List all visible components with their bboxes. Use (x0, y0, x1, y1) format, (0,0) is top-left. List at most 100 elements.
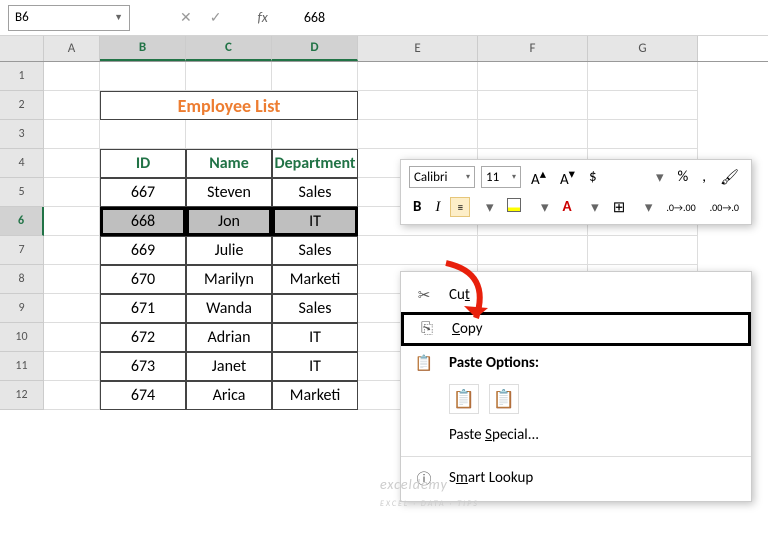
font-name-select[interactable]: Calibri▾ (409, 166, 475, 188)
col-header-c[interactable]: C (186, 36, 272, 61)
align-center-icon[interactable]: ≡ (450, 197, 470, 217)
cell-dept[interactable]: IT (272, 323, 358, 352)
cell-name[interactable]: Adrian (186, 323, 272, 352)
cell[interactable] (588, 91, 698, 120)
fill-color-icon[interactable] (503, 198, 525, 217)
cell[interactable] (44, 178, 100, 207)
cell[interactable] (478, 62, 588, 91)
cell[interactable] (478, 120, 588, 149)
format-painter-icon[interactable]: 🖌 (716, 168, 743, 187)
cell-dept[interactable]: Sales (272, 294, 358, 323)
context-menu-copy[interactable]: ⎘ Copy (401, 312, 751, 346)
cell[interactable] (100, 62, 186, 91)
cell-id-selected[interactable]: 668 (100, 207, 186, 236)
cell[interactable] (44, 120, 100, 149)
cell-name[interactable]: Steven (186, 178, 272, 207)
row-header[interactable]: 12 (0, 381, 44, 410)
cell[interactable] (478, 91, 588, 120)
chevron-down-icon[interactable]: ▾ (482, 198, 498, 217)
row-header[interactable]: 11 (0, 352, 44, 381)
col-header-g[interactable]: G (588, 36, 698, 61)
font-color-icon[interactable]: A (559, 198, 576, 216)
table-title[interactable]: Employee List (100, 91, 358, 120)
cell-name[interactable]: Janet (186, 352, 272, 381)
select-all-button[interactable] (0, 36, 44, 61)
row-header[interactable]: 10 (0, 323, 44, 352)
cell[interactable] (44, 381, 100, 410)
cell[interactable] (44, 265, 100, 294)
chevron-down-icon[interactable]: ▾ (641, 198, 657, 217)
cell-id[interactable]: 669 (100, 236, 186, 265)
cell-dept[interactable]: Sales (272, 236, 358, 265)
cell[interactable] (44, 323, 100, 352)
cell[interactable] (100, 120, 186, 149)
percent-icon[interactable]: % (673, 168, 692, 186)
cell[interactable] (186, 120, 272, 149)
cell-dept[interactable]: IT (272, 352, 358, 381)
cell[interactable] (588, 62, 698, 91)
currency-icon[interactable]: $ (585, 168, 601, 186)
cell[interactable] (44, 294, 100, 323)
comma-style-icon[interactable]: , (698, 168, 710, 186)
table-header-dept[interactable]: Department (272, 149, 358, 178)
cell-name[interactable]: Marilyn (186, 265, 272, 294)
row-header[interactable]: 5 (0, 178, 44, 207)
increase-decimal-icon[interactable]: .0→.00 (662, 201, 699, 214)
cell-id[interactable]: 672 (100, 323, 186, 352)
cell-id[interactable]: 667 (100, 178, 186, 207)
cell[interactable] (44, 207, 100, 236)
decrease-font-icon[interactable]: A▾ (556, 166, 579, 189)
cell-name-selected[interactable]: Jon (186, 207, 272, 236)
col-header-e[interactable]: E (358, 36, 478, 61)
table-header-id[interactable]: ID (100, 149, 186, 178)
cell-dept[interactable]: Sales (272, 178, 358, 207)
cell-id[interactable]: 670 (100, 265, 186, 294)
cell-dept[interactable]: Marketi (272, 265, 358, 294)
fx-icon[interactable]: fx (257, 9, 267, 26)
chevron-down-icon[interactable]: ▾ (537, 198, 553, 217)
cell[interactable] (588, 236, 698, 265)
font-size-select[interactable]: 11▾ (481, 166, 521, 188)
cell[interactable] (358, 120, 478, 149)
row-header[interactable]: 8 (0, 265, 44, 294)
table-header-name[interactable]: Name (186, 149, 272, 178)
row-header[interactable]: 6 (0, 207, 44, 236)
row-header[interactable]: 4 (0, 149, 44, 178)
row-header[interactable]: 9 (0, 294, 44, 323)
bold-button[interactable]: B (409, 198, 425, 216)
cell[interactable] (44, 91, 100, 120)
formula-bar-value[interactable]: 668 (304, 9, 325, 26)
row-header[interactable]: 1 (0, 62, 44, 91)
paste-values-icon[interactable]: 📋 (489, 384, 519, 414)
paste-default-icon[interactable]: 📋 (449, 384, 479, 414)
context-menu-paste-special[interactable]: Paste Special... (401, 418, 751, 452)
row-header[interactable]: 7 (0, 236, 44, 265)
cell[interactable] (272, 120, 358, 149)
cell-dept-selected[interactable]: IT (272, 207, 358, 236)
italic-button[interactable]: I (431, 199, 444, 216)
col-header-b[interactable]: B (100, 36, 186, 61)
cell[interactable] (588, 120, 698, 149)
row-header[interactable]: 2 (0, 91, 44, 120)
chevron-down-icon[interactable]: ▼ (114, 12, 123, 23)
cell-id[interactable]: 671 (100, 294, 186, 323)
cell[interactable] (44, 236, 100, 265)
cell[interactable] (358, 236, 478, 265)
context-menu-cut[interactable]: ✂ Cut (401, 278, 751, 312)
cancel-icon[interactable]: ✕ (180, 9, 192, 26)
cell-id[interactable]: 674 (100, 381, 186, 410)
chevron-down-icon[interactable]: ▾ (587, 198, 603, 217)
increase-font-icon[interactable]: A▴ (527, 166, 550, 189)
col-header-d[interactable]: D (272, 36, 358, 61)
confirm-icon[interactable]: ✓ (210, 9, 222, 26)
cell[interactable] (478, 236, 588, 265)
cell-dept[interactable]: Marketi (272, 381, 358, 410)
name-box[interactable]: B6 ▼ (8, 5, 130, 31)
cell-name[interactable]: Wanda (186, 294, 272, 323)
row-header[interactable]: 3 (0, 120, 44, 149)
cell[interactable] (44, 149, 100, 178)
cell[interactable] (44, 352, 100, 381)
cell-name[interactable]: Arica (186, 381, 272, 410)
cell[interactable] (44, 62, 100, 91)
border-icon[interactable]: ⊞ (609, 198, 630, 217)
